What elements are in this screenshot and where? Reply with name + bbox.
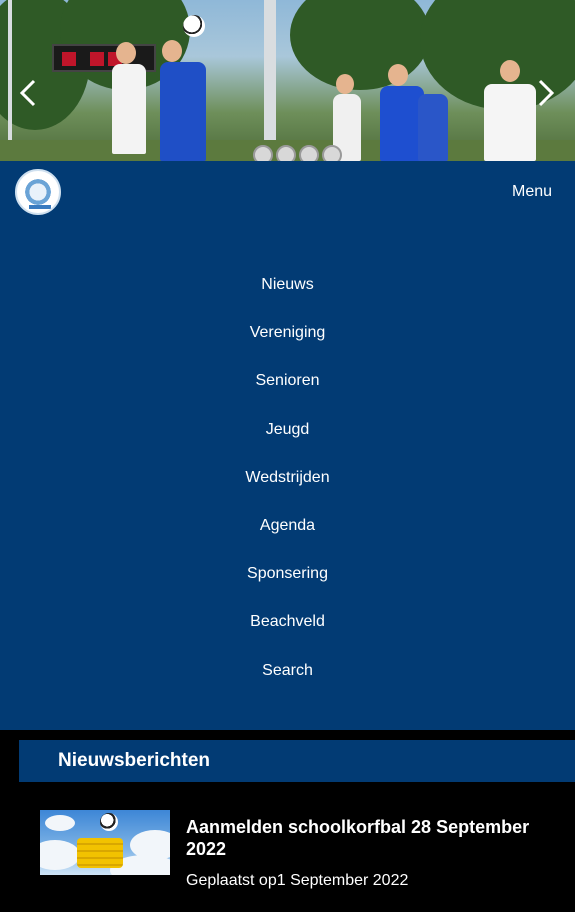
- main-navigation: Menu Nieuws Vereniging Senioren Jeugd We…: [0, 161, 575, 730]
- hero-slider: [0, 0, 575, 161]
- player: [112, 64, 146, 154]
- player-head: [336, 74, 354, 94]
- news-thumbnail[interactable]: [40, 810, 170, 875]
- news-title[interactable]: Aanmelden schoolkorfbal 28 September 202…: [186, 816, 566, 860]
- club-logo[interactable]: [15, 169, 61, 215]
- news-date: Geplaatst op1 September 2022: [186, 872, 409, 889]
- nav-item-sponsering[interactable]: Sponsering: [0, 563, 575, 611]
- player-head: [500, 60, 520, 82]
- slider-dot[interactable]: [299, 145, 319, 161]
- nav-item-vereniging[interactable]: Vereniging: [0, 322, 575, 370]
- news-heading: Nieuwsberichten: [58, 750, 211, 771]
- player-head: [162, 40, 182, 62]
- slider-prev-button[interactable]: [15, 78, 41, 108]
- nav-item-jeugd[interactable]: Jeugd: [0, 419, 575, 467]
- player-head: [116, 42, 136, 64]
- news-item[interactable]: Aanmelden schoolkorfbal 28 September 202…: [40, 810, 560, 900]
- nav-item-search[interactable]: Search: [0, 660, 575, 708]
- slider-pagination: [253, 145, 342, 161]
- nav-item-beachveld[interactable]: Beachveld: [0, 611, 575, 659]
- slider-dot[interactable]: [253, 145, 273, 161]
- menu-toggle-button[interactable]: Menu: [512, 183, 552, 201]
- korfbal-pole: [264, 0, 276, 161]
- logo-wordmark: [29, 205, 51, 209]
- nav-item-wedstrijden[interactable]: Wedstrijden: [0, 467, 575, 515]
- player: [484, 84, 536, 161]
- slider-dot[interactable]: [276, 145, 296, 161]
- background-tree: [290, 0, 430, 90]
- chevron-right-icon: [538, 79, 555, 107]
- chevron-left-icon: [19, 79, 36, 107]
- nav-menu-list: Nieuws Vereniging Senioren Jeugd Wedstri…: [0, 274, 575, 708]
- korfbal-basket: [77, 838, 123, 868]
- ball-icon: [100, 813, 118, 831]
- nav-item-nieuws[interactable]: Nieuws: [0, 274, 575, 322]
- nav-item-agenda[interactable]: Agenda: [0, 515, 575, 563]
- korfbal-ball: [183, 15, 205, 37]
- fence-pole: [8, 0, 12, 140]
- nav-item-senioren[interactable]: Senioren: [0, 370, 575, 418]
- logo-emblem: [23, 177, 53, 207]
- player: [418, 94, 448, 161]
- slider-next-button[interactable]: [533, 78, 559, 108]
- news-section-header: Nieuwsberichten: [19, 740, 575, 782]
- slider-dot[interactable]: [322, 145, 342, 161]
- player-head: [388, 64, 408, 86]
- player: [160, 62, 206, 161]
